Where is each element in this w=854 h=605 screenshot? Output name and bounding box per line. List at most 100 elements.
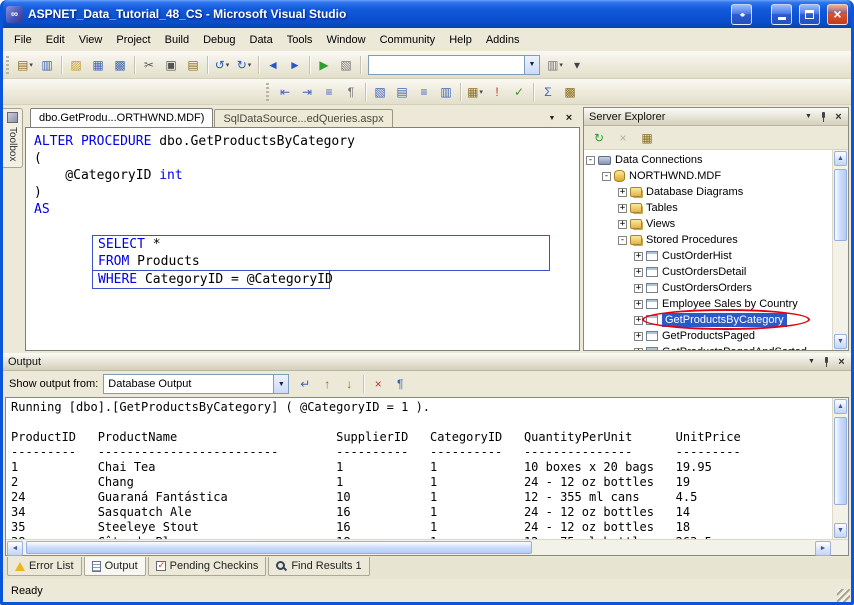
close-panel-button[interactable]: ×: [831, 110, 846, 124]
show-criteria-pane-button[interactable]: ▤: [391, 81, 413, 103]
tree-expander-icon[interactable]: +: [634, 284, 643, 293]
menu-item-view[interactable]: View: [72, 31, 110, 49]
scroll-track[interactable]: [833, 167, 848, 333]
refresh-button[interactable]: ↻: [588, 127, 610, 149]
cut-button[interactable]: ✂: [138, 54, 160, 76]
change-type-button[interactable]: ▦▾: [464, 81, 486, 103]
tree-item-getproductsbycategory[interactable]: +GetProductsByCategory: [584, 312, 832, 328]
tree-item-database-diagrams[interactable]: +Database Diagrams: [584, 184, 832, 200]
scroll-down-button[interactable]: ▼: [834, 523, 847, 538]
close-document-button[interactable]: ×: [562, 111, 576, 125]
start-debugging-button[interactable]: ▶: [313, 54, 335, 76]
menu-item-edit[interactable]: Edit: [39, 31, 72, 49]
show-diagram-pane-button[interactable]: ▧: [369, 81, 391, 103]
undo-button[interactable]: ↺▾: [211, 54, 233, 76]
toolbox-tab[interactable]: Toolbox: [3, 108, 23, 168]
scroll-thumb[interactable]: [26, 541, 532, 554]
scroll-down-button[interactable]: ▼: [834, 334, 847, 349]
solution-configurations-button[interactable]: ▧: [335, 54, 357, 76]
verify-sql-button[interactable]: ✓: [508, 81, 530, 103]
copy-button[interactable]: ▣: [160, 54, 182, 76]
menu-item-tools[interactable]: Tools: [280, 31, 320, 49]
toolbar-grip[interactable]: [266, 83, 269, 101]
execute-sql-button[interactable]: !: [486, 81, 508, 103]
add-table-button[interactable]: ▩: [559, 81, 581, 103]
connect-to-database-button[interactable]: ▦: [636, 127, 658, 149]
close-panel-button[interactable]: ×: [834, 355, 849, 369]
tab-sqldatasource[interactable]: SqlDataSource...edQueries.aspx: [214, 109, 392, 127]
tab-output[interactable]: Output: [84, 557, 146, 576]
output-vertical-scrollbar[interactable]: ▲ ▼: [832, 398, 848, 539]
open-file-button[interactable]: ▨: [65, 54, 87, 76]
output-source-combobox[interactable]: Database Output ▼: [103, 374, 289, 394]
scroll-up-button[interactable]: ▲: [834, 151, 847, 166]
add-item-button[interactable]: ▥: [36, 54, 58, 76]
visual-studio-logo-icon[interactable]: ∞: [6, 6, 23, 23]
tree-item-northwnd-mdf[interactable]: -NORTHWND.MDF: [584, 168, 832, 184]
menu-item-window[interactable]: Window: [319, 31, 372, 49]
minimize-button[interactable]: [771, 4, 792, 25]
tree-expander-icon[interactable]: -: [618, 236, 627, 245]
tree-item-stored-procedures[interactable]: -Stored Procedures: [584, 232, 832, 248]
resize-grip[interactable]: [837, 589, 850, 602]
indent-decrease-button[interactable]: ⇤: [274, 81, 296, 103]
tree-item-getproductspagedandsorted[interactable]: +GetProductsPagedAndSorted: [584, 344, 832, 350]
tree-expander-icon[interactable]: +: [634, 348, 643, 351]
tab-stored-procedure[interactable]: dbo.GetProdu...ORTHWND.MDF): [30, 108, 213, 127]
auto-hide-button[interactable]: [816, 110, 831, 124]
navigate-backward-button[interactable]: ◄: [262, 54, 284, 76]
previous-message-button[interactable]: ↑: [316, 373, 338, 395]
toolbar-options-button[interactable]: ▾: [566, 54, 588, 76]
scroll-right-button[interactable]: ►: [815, 541, 831, 556]
tree-expander-icon[interactable]: +: [634, 316, 643, 325]
tree-item-employee-sales-by-country[interactable]: +Employee Sales by Country: [584, 296, 832, 312]
scroll-thumb[interactable]: [834, 169, 847, 241]
tree-expander-icon[interactable]: +: [618, 188, 627, 197]
combobox-dropdown-button[interactable]: ▼: [273, 375, 288, 393]
tree-expander-icon[interactable]: +: [634, 268, 643, 277]
tab-find-results[interactable]: Find Results 1: [268, 557, 369, 576]
comment-selection-button[interactable]: ≡: [318, 81, 340, 103]
menu-item-project[interactable]: Project: [109, 31, 157, 49]
stop-refresh-button[interactable]: ×: [612, 127, 634, 149]
clear-all-button[interactable]: ×: [367, 373, 389, 395]
scroll-track[interactable]: [833, 415, 848, 522]
indent-increase-button[interactable]: ⇥: [296, 81, 318, 103]
show-results-pane-button[interactable]: ▥: [435, 81, 457, 103]
titlebar-extra-button[interactable]: ◂▸: [731, 4, 752, 25]
show-sql-pane-button[interactable]: ≡: [413, 81, 435, 103]
auto-hide-button[interactable]: [819, 355, 834, 369]
output-horizontal-scrollbar[interactable]: ◄ ►: [6, 539, 848, 555]
menu-item-addins[interactable]: Addins: [479, 31, 527, 49]
tab-pending-checkins[interactable]: Pending Checkins: [148, 557, 267, 576]
scroll-left-button[interactable]: ◄: [7, 541, 23, 556]
tree-expander-icon[interactable]: -: [602, 172, 611, 181]
server-explorer-scrollbar[interactable]: ▲ ▼: [832, 150, 848, 350]
redo-button[interactable]: ↻▾: [233, 54, 255, 76]
menu-item-help[interactable]: Help: [442, 31, 479, 49]
tree-expander-icon[interactable]: +: [634, 332, 643, 341]
code-editor[interactable]: ALTER PROCEDURE dbo.GetProductsByCategor…: [25, 127, 580, 351]
close-button[interactable]: ×: [827, 4, 848, 25]
tree-expander-icon[interactable]: +: [618, 220, 627, 229]
find-combobox-dropdown-button[interactable]: ▼: [524, 56, 539, 74]
tree-expander-icon[interactable]: +: [618, 204, 627, 213]
window-position-button[interactable]: ▼: [801, 110, 816, 124]
menu-item-debug[interactable]: Debug: [196, 31, 242, 49]
menu-item-community[interactable]: Community: [373, 31, 443, 49]
menu-item-build[interactable]: Build: [158, 31, 196, 49]
tree-item-custordersdetail[interactable]: +CustOrdersDetail: [584, 264, 832, 280]
save-button[interactable]: ▦: [87, 54, 109, 76]
tree-item-data-connections[interactable]: -Data Connections: [584, 152, 832, 168]
next-message-button[interactable]: ↓: [338, 373, 360, 395]
find-combobox[interactable]: ▼: [368, 55, 540, 75]
tree-item-tables[interactable]: +Tables: [584, 200, 832, 216]
tree-item-getproductspaged[interactable]: +GetProductsPaged: [584, 328, 832, 344]
tree-item-custordersorders[interactable]: +CustOrdersOrders: [584, 280, 832, 296]
find-in-files-button[interactable]: ▥▾: [544, 54, 566, 76]
toggle-word-wrap-button[interactable]: ¶: [389, 373, 411, 395]
active-files-dropdown-button[interactable]: ▼: [545, 111, 559, 125]
add-group-by-button[interactable]: Σ: [537, 81, 559, 103]
navigate-forward-button[interactable]: ►: [284, 54, 306, 76]
window-position-button[interactable]: ▼: [804, 355, 819, 369]
